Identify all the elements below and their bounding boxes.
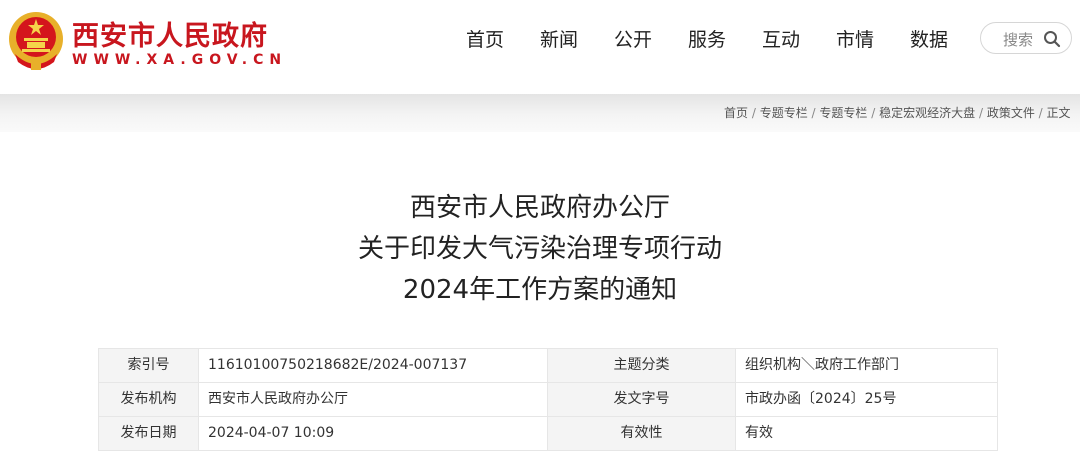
article-title: 西安市人民政府办公厅 关于印发大气污染治理专项行动 2024年工作方案的通知: [0, 188, 1080, 311]
breadcrumb-separator: /: [751, 106, 760, 120]
meta-value-topic-category: 组织机构＼政府工作部门: [736, 349, 998, 382]
meta-row-index: 索引号 11610100750218682E/2024-007137 主题分类 …: [99, 349, 998, 383]
national-emblem-icon[interactable]: [7, 10, 65, 72]
meta-label-validity: 有效性: [548, 417, 736, 450]
meta-label-document-number: 发文字号: [548, 383, 736, 416]
site-header: 西安市人民政府 WWW.XA.GOV.CN 首页 新闻 公开 服务 互动 市情 …: [0, 0, 1080, 94]
nav-item-data[interactable]: 数据: [892, 26, 966, 54]
meta-value-issuer: 西安市人民政府办公厅: [199, 383, 548, 416]
meta-row-date: 发布日期 2024-04-07 10:09 有效性 有效: [99, 417, 998, 451]
main-nav: 首页 新闻 公开 服务 互动 市情 数据: [448, 26, 966, 54]
meta-label-topic-category: 主题分类: [548, 349, 736, 382]
meta-value-publish-date: 2024-04-07 10:09: [199, 417, 548, 450]
breadcrumb-separator: /: [978, 106, 987, 120]
meta-label-issuer: 发布机构: [99, 383, 199, 416]
document-meta-table: 索引号 11610100750218682E/2024-007137 主题分类 …: [98, 348, 998, 451]
article-title-line-2: 关于印发大气污染治理专项行动: [357, 234, 722, 264]
search-label: 搜索: [1003, 31, 1034, 49]
meta-row-issuer: 发布机构 西安市人民政府办公厅 发文字号 市政办函〔2024〕25号: [99, 383, 998, 417]
nav-item-home[interactable]: 首页: [448, 26, 522, 54]
nav-item-disclosure[interactable]: 公开: [596, 26, 670, 54]
breadcrumb-separator: /: [871, 106, 880, 120]
meta-label-publish-date: 发布日期: [99, 417, 199, 450]
site-name[interactable]: 西安市人民政府: [72, 14, 268, 53]
nav-item-news[interactable]: 新闻: [522, 26, 596, 54]
breadcrumb-macro-economy[interactable]: 稳定宏观经济大盘: [879, 106, 975, 120]
breadcrumb-topics[interactable]: 专题专栏: [760, 106, 808, 120]
search-icon[interactable]: [1043, 30, 1061, 48]
nav-item-interaction[interactable]: 互动: [744, 26, 818, 54]
breadcrumb: 首页 / 专题专栏 / 专题专栏 / 稳定宏观经济大盘 / 政策文件 / 正文: [724, 104, 1071, 121]
meta-value-index-no: 11610100750218682E/2024-007137: [199, 349, 548, 382]
meta-label-index-no: 索引号: [99, 349, 199, 382]
breadcrumb-policy-docs[interactable]: 政策文件: [987, 106, 1035, 120]
site-url[interactable]: WWW.XA.GOV.CN: [72, 52, 287, 68]
breadcrumb-bar: 首页 / 专题专栏 / 专题专栏 / 稳定宏观经济大盘 / 政策文件 / 正文: [0, 94, 1080, 132]
meta-value-document-number: 市政办函〔2024〕25号: [736, 383, 998, 416]
breadcrumb-topics-sub[interactable]: 专题专栏: [819, 106, 867, 120]
nav-item-city-info[interactable]: 市情: [818, 26, 892, 54]
breadcrumb-home[interactable]: 首页: [724, 106, 748, 120]
article-title-line-1: 西安市人民政府办公厅: [409, 193, 670, 223]
meta-value-validity: 有效: [736, 417, 998, 450]
breadcrumb-separator: /: [1038, 106, 1047, 120]
article-title-line-3: 2024年工作方案的通知: [402, 275, 678, 305]
search-box[interactable]: 搜索: [980, 22, 1072, 54]
breadcrumb-current: 正文: [1046, 106, 1071, 120]
nav-item-services[interactable]: 服务: [670, 26, 744, 54]
